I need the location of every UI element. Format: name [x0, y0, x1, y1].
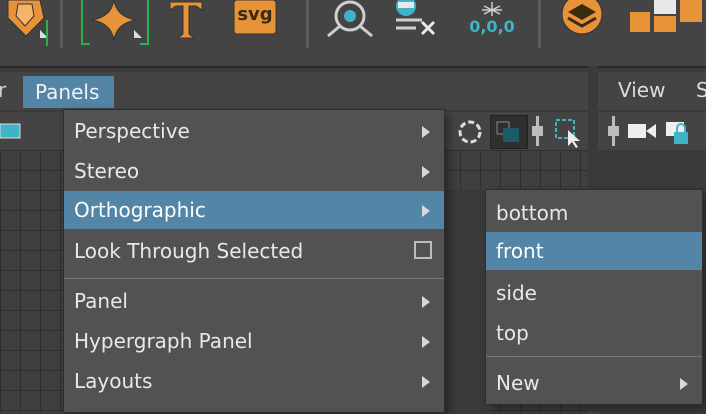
delete-history-button[interactable]: [392, 0, 448, 46]
submenu-arrow-icon: [422, 336, 430, 348]
image-plane-icon[interactable]: [0, 118, 24, 144]
shelf-separator: [60, 0, 63, 48]
lock-camera-icon[interactable]: [662, 116, 694, 148]
text-tool-button[interactable]: [166, 0, 206, 46]
shading-menu-stub[interactable]: S: [696, 78, 706, 102]
menu-item-label: Hypergraph Panel: [74, 329, 253, 353]
submenu-arrow-icon: [680, 378, 688, 390]
menu-item-label: Orthographic: [74, 198, 206, 222]
panels-menu-button[interactable]: Panels: [23, 76, 114, 108]
toolbar-divider-icon: [532, 116, 543, 146]
menu-item-orthographic[interactable]: Orthographic: [64, 191, 444, 229]
xray-toggle[interactable]: [490, 115, 528, 149]
submenu-item-front[interactable]: front: [486, 232, 702, 270]
layers-icon: [561, 0, 603, 35]
submenu-item-bottom[interactable]: bottom: [486, 194, 702, 232]
joint-tool-icon: [327, 0, 373, 38]
submenu-item-label: bottom: [496, 201, 569, 225]
menu-item-perspective[interactable]: Perspective: [64, 112, 444, 150]
submenu-arrow-icon: [422, 376, 430, 388]
sparkle-shape-icon: [81, 0, 149, 45]
svg-tool-icon: svg: [233, 0, 277, 35]
svg-label: svg: [237, 4, 272, 25]
text-tool-icon: [169, 1, 203, 39]
menu-item-layouts[interactable]: Layouts: [64, 362, 444, 400]
option-box-icon[interactable]: [414, 241, 432, 259]
cluster-button[interactable]: 0,0,0: [462, 0, 522, 46]
cluster-icon: 0,0,0: [469, 2, 515, 36]
menu-item-look-through-selected[interactable]: Look Through Selected: [64, 232, 444, 270]
submenu-item-side[interactable]: side: [486, 274, 702, 312]
submenu-item-label: top: [496, 321, 529, 345]
menu-separator: [486, 356, 702, 357]
shelf-toolbar: svg 0,0,0: [0, 0, 706, 52]
menu-item-label: Layouts: [74, 369, 153, 393]
coord-label: 0,0,0: [469, 17, 515, 36]
menu-item-label: Look Through Selected: [74, 239, 304, 263]
shelf-separator: [538, 0, 541, 48]
menu-item-panel[interactable]: Panel: [64, 282, 444, 320]
right-panel-menubar: View S: [598, 72, 706, 110]
panels-dropdown-menu: Perspective Stereo Orthographic Look Thr…: [64, 110, 444, 412]
shapes-icon: [630, 0, 702, 32]
camera-icon[interactable]: [626, 120, 658, 144]
submenu-item-top[interactable]: top: [486, 314, 702, 352]
orthographic-submenu: bottom front side top New: [486, 190, 702, 404]
xray-icon: [496, 121, 519, 142]
svg-tool-button[interactable]: svg: [232, 0, 280, 46]
shapes-button[interactable]: [624, 0, 706, 46]
menu-item-label: Stereo: [74, 159, 140, 183]
menu-item-stereo[interactable]: Stereo: [64, 152, 444, 190]
menu-item-label: Panel: [74, 289, 128, 313]
shelf-separator: [306, 0, 309, 48]
toolbar-divider-icon: [608, 116, 619, 146]
submenu-item-label: front: [496, 239, 544, 263]
submenu-item-new[interactable]: New: [486, 364, 702, 402]
submenu-arrow-icon: [422, 166, 430, 178]
select-camera-icon[interactable]: [552, 116, 584, 148]
submenu-item-label: New: [496, 371, 540, 395]
submenu-connector: [444, 190, 486, 412]
submenu-item-label: side: [496, 281, 537, 305]
menu-item-label: Perspective: [74, 119, 190, 143]
sparkle-shape-button[interactable]: [78, 0, 153, 46]
isolate-select-icon[interactable]: [456, 118, 484, 146]
polygon-platonic-button[interactable]: [0, 0, 50, 46]
submenu-arrow-icon: [422, 296, 430, 308]
menubar-stub[interactable]: r: [0, 78, 6, 102]
polygon-platonic-icon: [7, 0, 48, 46]
menu-item-hypergraph-panel[interactable]: Hypergraph Panel: [64, 322, 444, 360]
menu-separator: [64, 278, 444, 279]
submenu-arrow-icon: [422, 205, 430, 217]
right-panel-toolbar: [598, 112, 706, 150]
delete-history-icon: [396, 0, 436, 36]
joint-tool-button[interactable]: [322, 0, 378, 46]
submenu-arrow-icon: [422, 126, 430, 138]
layers-button[interactable]: [558, 0, 610, 46]
view-menu[interactable]: View: [618, 78, 665, 102]
